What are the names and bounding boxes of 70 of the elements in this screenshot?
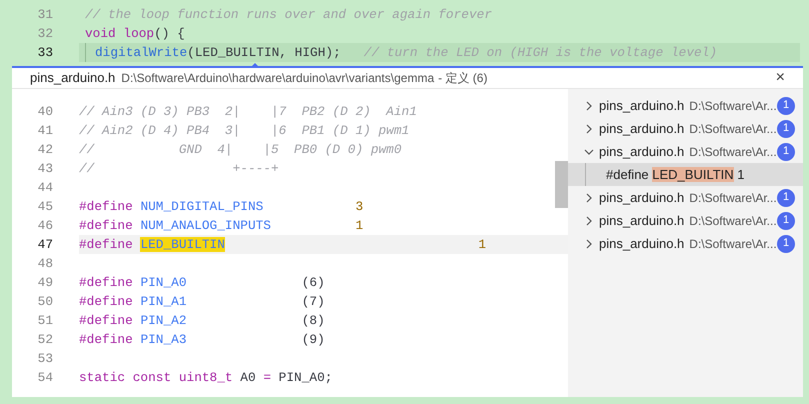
line-number: 42 (38, 142, 53, 157)
file-path: D:\Software\Ar... (689, 212, 777, 230)
line-number: 46 (38, 218, 53, 233)
code-line: #define PIN_A1 (7) (79, 294, 325, 309)
code-line: #define NUM_ANALOG_INPUTS 1 (79, 218, 364, 233)
file-path: D:\Software\Arduino\hardware\arduino\avr\variants\gemma (121, 70, 434, 87)
line-number: 40 (38, 104, 53, 119)
code-line: #define PIN_A2 (8) (79, 313, 325, 328)
file-path: D:\Software\Ar... (689, 144, 777, 160)
file-name: pins_arduino.h (599, 234, 684, 253)
line-number: 33 (38, 44, 53, 60)
reference-item[interactable]: pins_arduino.h D:\Software\Ar... 1 (568, 232, 803, 255)
peek-title: - 定义 (6) (438, 70, 488, 87)
code-line: // Ain2 (D 4) PB4 3| |6 PB1 (D 1) pwm1 (79, 123, 410, 138)
code-line: #define PIN_A0 (6) (79, 275, 325, 290)
chevron-right-icon[interactable] (585, 192, 593, 202)
code-line: #define LED_BUILTIN 1 (79, 237, 486, 252)
code-line: digitalWrite(LED_BUILTIN, HIGH); // turn the LED on (HIGH is the voltage level) (95, 45, 718, 60)
line-number: 43 (38, 160, 53, 176)
line-number: 47 (38, 236, 53, 252)
scrollbar-thumb[interactable] (555, 161, 568, 208)
file-name: pins_arduino.h (599, 96, 684, 115)
code-line: // +----+ (79, 161, 279, 176)
line-number: 48 (38, 256, 53, 271)
line-number: 49 (38, 274, 53, 290)
code-line: static const uint8_t A0 = PIN_A0; (79, 370, 332, 385)
line-number: 41 (38, 122, 53, 138)
chevron-right-icon[interactable] (585, 124, 593, 134)
file-name: pins_arduino.h (599, 188, 684, 207)
file-name: pins_arduino.h (30, 69, 116, 88)
file-name: pins_arduino.h (599, 120, 684, 138)
line-number: 50 (38, 294, 53, 309)
reference-item[interactable]: pins_arduino.h D:\Software\Ar... 1 (568, 94, 803, 117)
count-badge: 1 (777, 142, 795, 160)
count-badge: 1 (777, 234, 795, 252)
count-badge: 1 (777, 212, 795, 230)
line-number: 51 (38, 312, 53, 328)
line-number: 53 (38, 350, 53, 366)
line-number: 31 (38, 6, 53, 22)
code-line: // the loop function runs over and over again forever (85, 7, 492, 22)
reference-item[interactable]: pins_arduino.h D:\Software\Ar... 1 (568, 186, 803, 209)
reference-item[interactable]: pins_arduino.h D:\Software\Ar... 1 (568, 209, 803, 232)
file-path: D:\Software\Ar... (689, 98, 777, 114)
code-line: void loop() { (85, 26, 185, 41)
code-line: // Ain3 (D 3) PB3 2| |7 PB2 (D 2) Ain1 (79, 104, 417, 119)
code-line: // GND 4| |5 PB0 (D 0) pwm0 (79, 142, 402, 157)
chevron-right-icon[interactable] (585, 238, 593, 248)
match-text: #define LED_BUILTIN 1 (606, 166, 745, 184)
file-name: pins_arduino.h (599, 142, 684, 161)
line-number: 32 (38, 26, 53, 41)
chevron-right-icon[interactable] (585, 216, 593, 226)
code-line: #define PIN_A3 (9) (79, 332, 325, 347)
chevron-right-icon[interactable] (585, 100, 593, 110)
code-line: #define NUM_DIGITAL_PINS 3 (79, 199, 364, 214)
count-badge: 1 (777, 188, 795, 206)
line-number: 54 (38, 370, 53, 385)
close-button[interactable]: × (776, 70, 785, 86)
file-name: pins_arduino.h (599, 212, 684, 230)
file-path: D:\Software\Ar... (689, 120, 777, 138)
reference-match[interactable]: #define LED_BUILTIN 1 (568, 163, 803, 186)
reference-item[interactable]: pins_arduino.h D:\Software\Ar... 1 (568, 140, 803, 163)
count-badge: 1 (777, 120, 795, 138)
file-path: D:\Software\Ar... (689, 236, 777, 252)
chevron-down-icon[interactable] (584, 148, 594, 156)
line-number: 52 (38, 332, 53, 347)
count-badge: 1 (777, 96, 795, 114)
reference-item[interactable]: pins_arduino.h D:\Software\Ar... 1 (568, 117, 803, 140)
line-number: 45 (38, 198, 53, 214)
file-path: D:\Software\Ar... (689, 190, 777, 206)
line-number: 44 (38, 180, 53, 195)
